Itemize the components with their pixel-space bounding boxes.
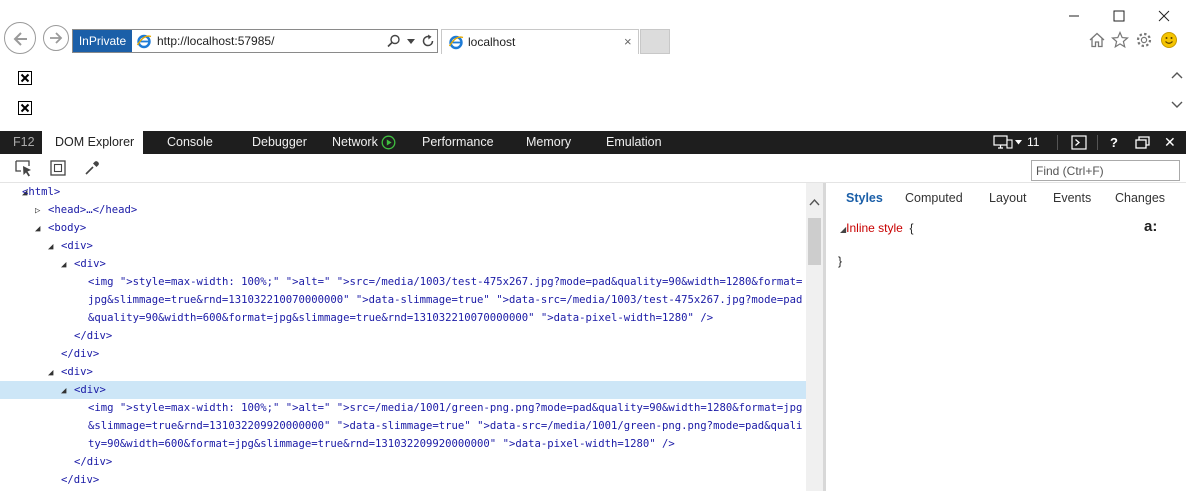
close-devtools-icon[interactable]: ✕ — [1164, 135, 1176, 149]
emulation-version[interactable]: 11 — [1027, 131, 1039, 154]
inprivate-badge: InPrivate — [73, 30, 132, 52]
page-viewport — [0, 60, 1186, 130]
scroll-up-icon[interactable] — [1170, 69, 1184, 81]
dom-node-div[interactable]: ◢ <div> — [0, 237, 806, 255]
scroll-up-icon[interactable] — [809, 198, 820, 206]
gear-icon[interactable] — [1135, 31, 1153, 49]
maximize-icon[interactable] — [1108, 6, 1130, 26]
star-icon[interactable] — [1111, 31, 1129, 49]
dom-node-html[interactable]: ◢<html> — [0, 183, 806, 201]
console-prompt-icon[interactable] — [1071, 135, 1087, 150]
tab-console[interactable]: Console — [167, 131, 213, 154]
browser-chrome: InPrivate http://localhost:57985/ localh… — [0, 0, 1186, 60]
dom-node-close-div[interactable]: </div> — [0, 345, 806, 363]
dom-node-div-selected[interactable]: ◢ <div> — [0, 381, 806, 399]
dom-node-close-div[interactable]: </div> — [0, 471, 806, 489]
expand-triangle-icon[interactable]: ◢ — [48, 364, 61, 382]
dom-tree-scrollbar[interactable] — [806, 183, 823, 491]
inline-style-label: Inline style — [846, 221, 903, 235]
new-tab-button[interactable] — [640, 29, 670, 54]
tab-performance[interactable]: Performance — [422, 131, 494, 154]
color-picker-icon[interactable] — [84, 160, 100, 176]
styles-pane: Styles Computed Layout Events Changes ◢I… — [826, 183, 1186, 491]
tab-close-icon[interactable]: × — [624, 35, 632, 48]
f12-toolbar: F12 DOM Explorer Console Debugger Networ… — [0, 131, 1186, 154]
refresh-icon[interactable] — [421, 34, 435, 48]
broken-image-icon — [18, 101, 32, 115]
dom-node-img[interactable]: <img ">style=max-width: 100%;" ">alt=" "… — [88, 273, 803, 327]
ie-logo-icon — [136, 34, 152, 49]
tab-network[interactable]: Network — [332, 131, 378, 154]
font-icon[interactable]: a: — [1144, 218, 1157, 235]
arrow-left-icon — [13, 32, 27, 46]
tab-emulation[interactable]: Emulation — [606, 131, 662, 154]
collapsed-triangle-icon[interactable]: ▷ — [35, 202, 48, 220]
inline-style-rule[interactable]: ◢Inline style { — [840, 221, 914, 235]
chevron-down-icon[interactable] — [1015, 140, 1022, 145]
ie-logo-icon — [448, 35, 464, 50]
help-button[interactable]: ? — [1110, 131, 1118, 154]
dom-node-close-div[interactable]: </div> — [0, 453, 806, 471]
browser-tab[interactable]: localhost × — [441, 29, 639, 54]
close-brace: } — [838, 254, 843, 268]
dom-tree[interactable]: ◢<html> ▷ <head>…</head> ◢ <body> ◢ <div> ◢… — [0, 183, 806, 491]
minimize-icon[interactable] — [1063, 6, 1085, 26]
dom-node-close-div[interactable]: </div> — [0, 327, 806, 345]
play-record-icon[interactable] — [381, 135, 396, 150]
dom-node-div[interactable]: ◢ <div> — [0, 255, 806, 273]
dom-node-head[interactable]: ▷ <head>…</head> — [0, 201, 806, 219]
forward-button[interactable] — [43, 25, 69, 51]
back-button[interactable] — [4, 22, 36, 54]
tab-dom-explorer[interactable]: DOM Explorer — [42, 131, 143, 154]
select-element-icon[interactable] — [15, 160, 33, 177]
tab-computed[interactable]: Computed — [905, 191, 963, 205]
dom-node-body[interactable]: ◢ <body> — [0, 219, 806, 237]
f12-label: F12 — [13, 135, 35, 149]
tab-title: localhost — [468, 35, 516, 49]
dom-explorer-toolbar — [0, 154, 1186, 183]
tab-debugger[interactable]: Debugger — [252, 131, 307, 154]
toolbar-divider — [1057, 135, 1058, 150]
tab-events[interactable]: Events — [1053, 191, 1091, 205]
broken-image-icon — [18, 71, 32, 85]
find-input[interactable] — [1031, 160, 1180, 181]
toolbar-divider — [1097, 135, 1098, 150]
highlight-box-icon[interactable] — [50, 160, 66, 176]
chevron-down-icon[interactable] — [407, 39, 415, 44]
expand-triangle-icon[interactable]: ◢ — [61, 256, 74, 274]
tab-layout[interactable]: Layout — [989, 191, 1027, 205]
dom-node-div[interactable]: ◢ <div> — [0, 363, 806, 381]
search-icon[interactable] — [387, 34, 401, 48]
scroll-down-icon[interactable] — [1170, 99, 1184, 111]
dom-node-img[interactable]: <img ">style=max-width: 100%;" ">alt=" "… — [88, 399, 803, 453]
expand-triangle-icon[interactable]: ◢ — [48, 238, 61, 256]
window-close-icon[interactable] — [1153, 6, 1175, 26]
expand-triangle-icon[interactable]: ◢ — [61, 382, 74, 400]
arrow-right-icon — [50, 32, 63, 44]
url-text[interactable]: http://localhost:57985/ — [157, 30, 274, 52]
home-icon[interactable] — [1088, 31, 1106, 49]
tab-changes[interactable]: Changes — [1115, 191, 1165, 205]
expand-triangle-icon[interactable]: ◢ — [35, 220, 48, 238]
expand-triangle-icon[interactable]: ◢ — [0, 184, 27, 202]
open-brace: { — [909, 221, 914, 235]
monitor-icon[interactable] — [993, 135, 1013, 150]
scrollbar-thumb[interactable] — [808, 218, 821, 265]
feedback-smiley-icon[interactable] — [1160, 31, 1178, 49]
tab-styles[interactable]: Styles — [846, 191, 883, 205]
undock-icon[interactable] — [1135, 136, 1150, 149]
address-bar[interactable]: InPrivate http://localhost:57985/ — [72, 29, 438, 53]
tab-memory[interactable]: Memory — [526, 131, 571, 154]
